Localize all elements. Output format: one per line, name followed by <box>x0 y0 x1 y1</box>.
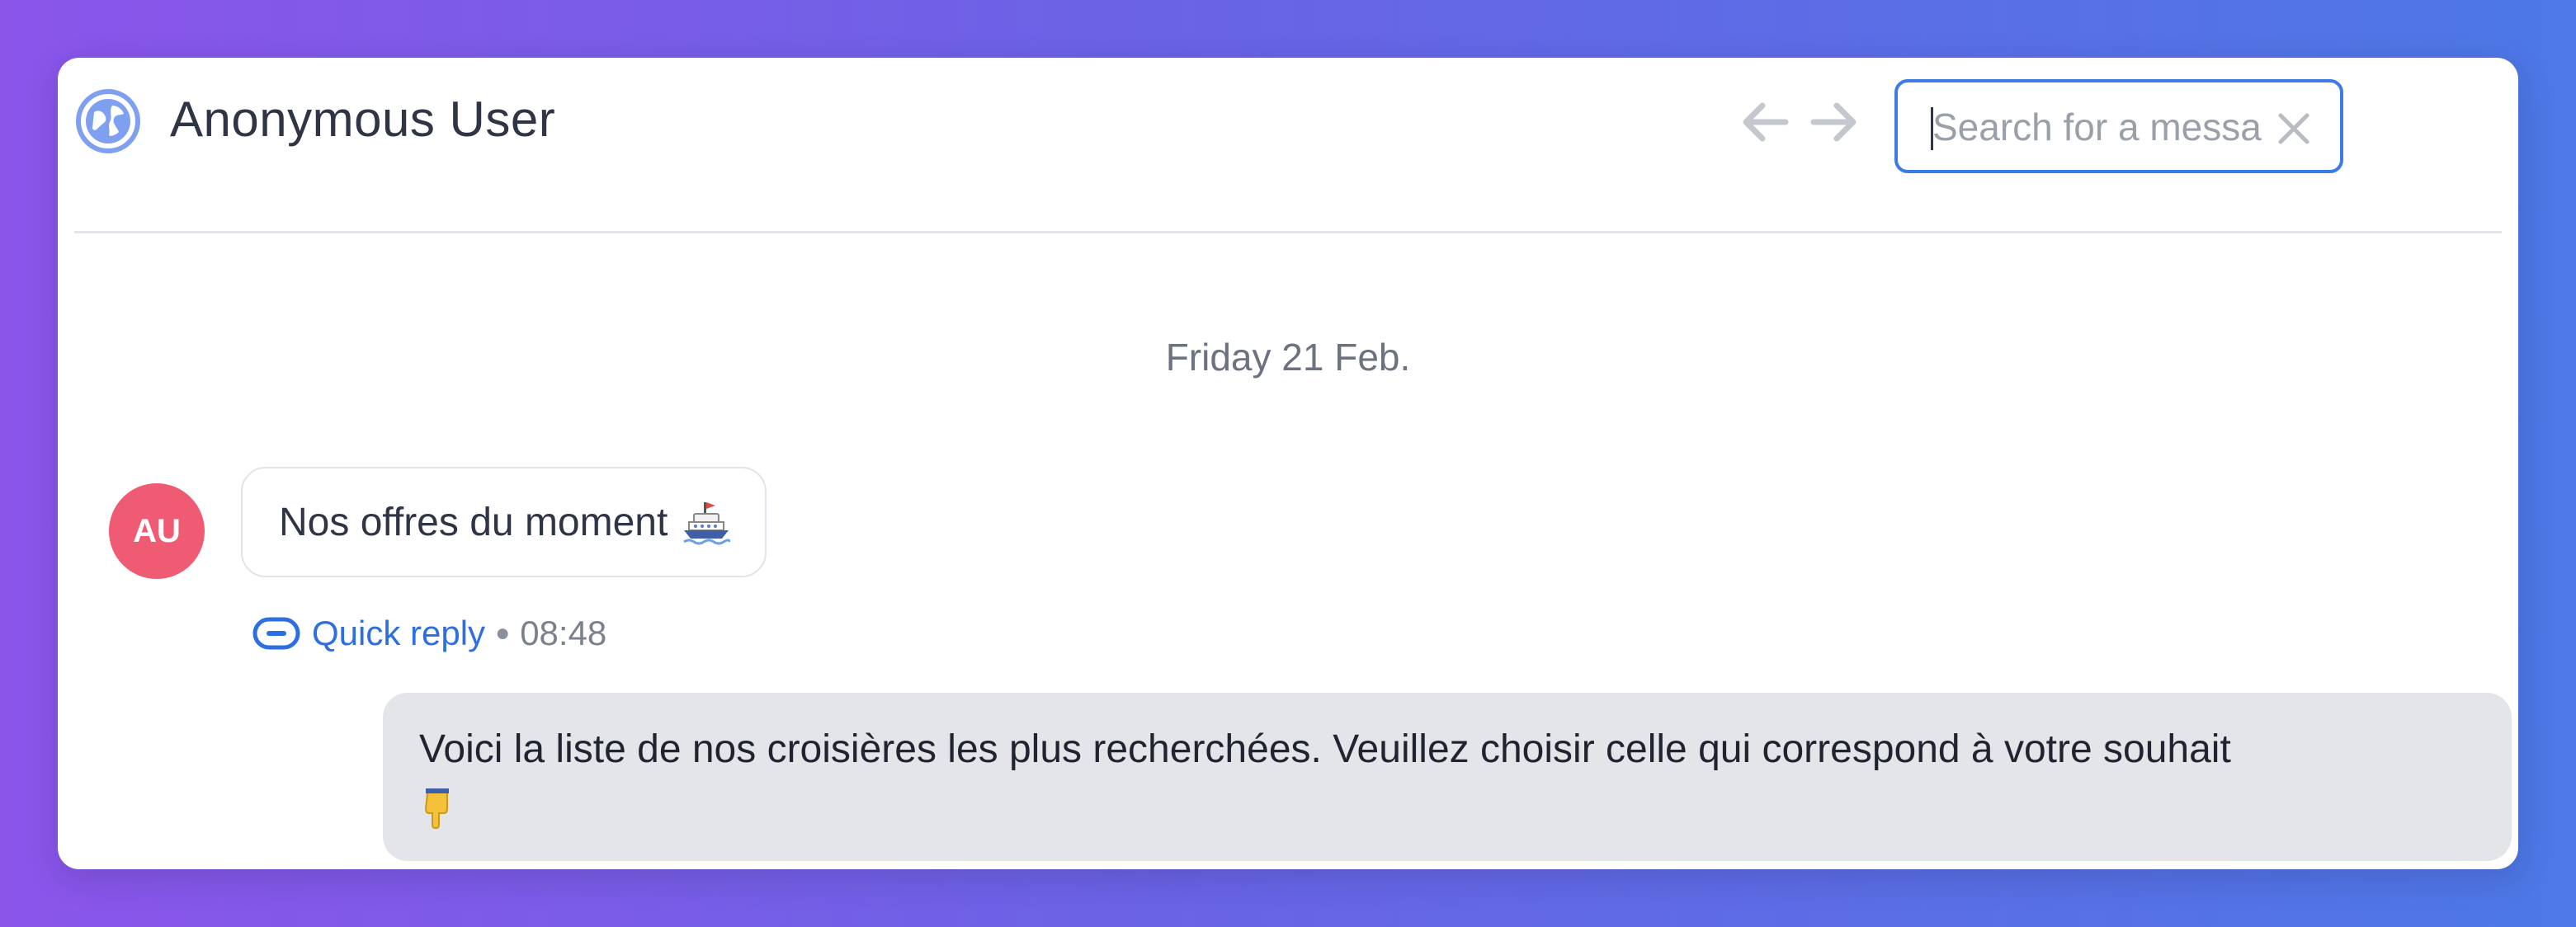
conversation-title: Anonymous User <box>170 92 556 147</box>
globe-icon <box>76 89 140 153</box>
ship-icon <box>683 502 731 545</box>
outgoing-message-text: Voici la liste de nos croisières les plu… <box>419 727 2231 771</box>
incoming-message-text: Nos offres du moment <box>279 500 668 544</box>
chat-header: Anonymous User <box>58 58 2518 233</box>
arrow-right-icon[interactable] <box>1809 97 1861 147</box>
chat-window: Anonymous User Friday 21 Feb. AU Nos off… <box>58 58 2518 869</box>
header-divider <box>74 231 2502 233</box>
incoming-message-bubble: Nos offres du moment <box>241 467 767 577</box>
pointing-down-icon <box>424 788 449 830</box>
search-field[interactable] <box>1894 79 2343 173</box>
arrow-left-icon[interactable] <box>1738 97 1790 147</box>
message-timestamp: 08:48 <box>520 614 607 652</box>
avatar: AU <box>109 483 205 579</box>
date-separator: Friday 21 Feb. <box>1165 336 1411 379</box>
search-input[interactable] <box>1931 101 2264 153</box>
quick-reply-label[interactable]: Quick reply <box>312 614 485 653</box>
close-icon[interactable] <box>2274 109 2314 148</box>
text-cursor <box>1931 107 1933 150</box>
meta-dot: ● <box>495 619 511 647</box>
outgoing-message-bubble: Voici la liste de nos croisières les plu… <box>383 693 2512 861</box>
message-meta: Quick reply ● 08:48 <box>252 609 606 658</box>
quick-reply-icon <box>252 617 300 650</box>
